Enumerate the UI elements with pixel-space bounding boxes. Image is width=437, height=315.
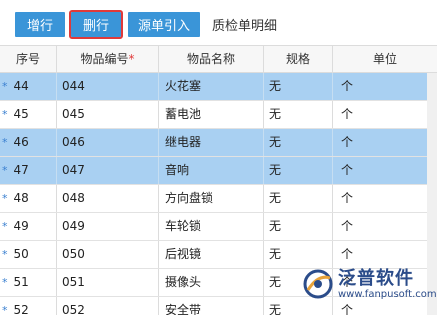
cell-code[interactable]: 045 xyxy=(57,101,159,128)
required-mark: * xyxy=(128,52,135,66)
header-spec[interactable]: 规格 xyxy=(264,46,333,73)
row-number: 49 xyxy=(13,219,29,233)
table-row[interactable]: * 44 044 火花塞无个 xyxy=(0,73,437,101)
table-row[interactable]: * 49 049 车轮锁无个 xyxy=(0,213,437,241)
cell-seq: * 50 xyxy=(0,241,57,268)
cell-name[interactable]: 火花塞 xyxy=(159,73,264,100)
toolbar: 增行 删行 源单引入 质检单明细 xyxy=(0,0,437,45)
row-marker: * xyxy=(2,304,8,315)
cell-code[interactable]: 051 xyxy=(57,269,159,296)
cell-code[interactable]: 052 xyxy=(57,297,159,315)
cell-seq: * 47 xyxy=(0,157,57,184)
cell-spec[interactable]: 无 xyxy=(264,185,333,212)
cell-unit[interactable]: 个 xyxy=(333,73,437,100)
cell-spec[interactable]: 无 xyxy=(264,101,333,128)
row-marker: * xyxy=(2,80,8,93)
row-number: 50 xyxy=(13,247,29,261)
table-row[interactable]: * 46 046 继电器无个 xyxy=(0,129,437,157)
row-marker: * xyxy=(2,108,8,121)
cell-code[interactable]: 049 xyxy=(57,213,159,240)
cell-seq: * 46 xyxy=(0,129,57,156)
cell-name[interactable]: 安全带 xyxy=(159,297,264,315)
brand-logo: 泛普软件 www.fanpusoft.com xyxy=(300,260,437,310)
row-number: 48 xyxy=(13,191,29,205)
section-title: 质检单明细 xyxy=(212,19,278,34)
logo-icon xyxy=(303,269,333,299)
cell-spec[interactable]: 无 xyxy=(264,73,333,100)
cell-name[interactable]: 音响 xyxy=(159,157,264,184)
row-marker: * xyxy=(2,192,8,205)
cell-code[interactable]: 048 xyxy=(57,185,159,212)
cell-seq: * 52 xyxy=(0,297,57,315)
cell-unit[interactable]: 个 xyxy=(333,213,437,240)
header-unit[interactable]: 单位 xyxy=(333,46,437,73)
cell-seq: * 51 xyxy=(0,269,57,296)
row-marker: * xyxy=(2,248,8,261)
table-row[interactable]: * 48 048 方向盘锁无个 xyxy=(0,185,437,213)
logo-url: www.fanpusoft.com xyxy=(338,289,437,300)
grid-header: 序号 物品编号* 物品名称 规格 单位 xyxy=(0,45,437,73)
cell-name[interactable]: 方向盘锁 xyxy=(159,185,264,212)
cell-spec[interactable]: 无 xyxy=(264,129,333,156)
header-seq[interactable]: 序号 xyxy=(0,46,57,73)
cell-code[interactable]: 044 xyxy=(57,73,159,100)
row-marker: * xyxy=(2,276,8,289)
cell-name[interactable]: 继电器 xyxy=(159,129,264,156)
cell-seq: * 44 xyxy=(0,73,57,100)
table-row[interactable]: * 47 047 音响无个 xyxy=(0,157,437,185)
cell-code[interactable]: 050 xyxy=(57,241,159,268)
cell-spec[interactable]: 无 xyxy=(264,157,333,184)
add-row-button[interactable]: 增行 xyxy=(15,12,65,37)
cell-code[interactable]: 046 xyxy=(57,129,159,156)
cell-name[interactable]: 车轮锁 xyxy=(159,213,264,240)
row-marker: * xyxy=(2,164,8,177)
row-marker: * xyxy=(2,136,8,149)
row-number: 44 xyxy=(13,79,29,93)
header-name[interactable]: 物品名称 xyxy=(159,46,264,73)
cell-name[interactable]: 摄像头 xyxy=(159,269,264,296)
cell-code[interactable]: 047 xyxy=(57,157,159,184)
table-row[interactable]: * 45 045 蓄电池无个 xyxy=(0,101,437,129)
row-number: 51 xyxy=(13,275,29,289)
row-marker: * xyxy=(2,220,8,233)
row-number: 45 xyxy=(13,107,29,121)
row-number: 46 xyxy=(13,135,29,149)
cell-seq: * 48 xyxy=(0,185,57,212)
header-code[interactable]: 物品编号* xyxy=(57,46,159,73)
row-number: 52 xyxy=(13,303,29,315)
import-source-button[interactable]: 源单引入 xyxy=(128,12,200,37)
cell-seq: * 45 xyxy=(0,101,57,128)
cell-unit[interactable]: 个 xyxy=(333,185,437,212)
header-code-label: 物品编号 xyxy=(80,52,129,66)
cell-spec[interactable]: 无 xyxy=(264,213,333,240)
logo-name: 泛普软件 xyxy=(338,268,414,289)
cell-unit[interactable]: 个 xyxy=(333,101,437,128)
delete-row-button[interactable]: 删行 xyxy=(69,10,123,39)
cell-unit[interactable]: 个 xyxy=(333,129,437,156)
cell-name[interactable]: 蓄电池 xyxy=(159,101,264,128)
row-number: 47 xyxy=(13,163,29,177)
cell-unit[interactable]: 个 xyxy=(333,157,437,184)
cell-name[interactable]: 后视镜 xyxy=(159,241,264,268)
cell-seq: * 49 xyxy=(0,213,57,240)
